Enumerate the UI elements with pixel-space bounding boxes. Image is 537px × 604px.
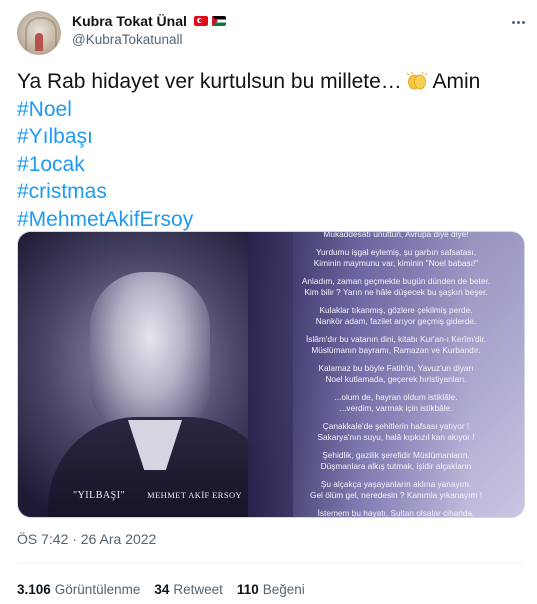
poem-stanza: Kulaklar tıkanmış, gözlere çekilmiş perd… bbox=[268, 305, 524, 327]
tweet-stats: 3.106 Görüntülenme 34 Retweet 110 Beğeni bbox=[17, 582, 305, 597]
turkey-flag-icon bbox=[193, 16, 208, 26]
more-options-icon[interactable] bbox=[509, 13, 527, 31]
poem-line: Anladım, zaman geçmekte bugün dünden de … bbox=[301, 276, 491, 286]
hashtag-link[interactable]: #Noel bbox=[17, 96, 522, 124]
hashtag-link[interactable]: #1ocak bbox=[17, 151, 522, 179]
retweets-count: 34 bbox=[154, 582, 170, 597]
poem-stanza: Yurdumu işgal eylemiş, şu garbın safsata… bbox=[268, 247, 524, 269]
poem-line: Çanakkale'de şehitlerin hafsası yatıyor … bbox=[322, 421, 470, 431]
poem-line: Yurdumu işgal eylemiş, şu garbın safsata… bbox=[315, 247, 477, 257]
poem-title: "YILBAŞI" bbox=[73, 490, 126, 501]
poem-stanza: Çanakkale'de şehitlerin hafsası yatıyor … bbox=[268, 421, 524, 443]
poem-line: Kim bilir ? Yarın ne hâle düşecek bu şaş… bbox=[304, 287, 488, 297]
poem-line: Düşmanlara alkış tutmak, işidir alçaklar… bbox=[320, 461, 472, 471]
poem-stanza: Şehidlik, gazilik şerefidir Müslümanları… bbox=[268, 450, 524, 472]
likes-count: 110 bbox=[236, 582, 259, 597]
poem-line: Nankör adam, fazilet arıyor geçmiş gider… bbox=[315, 316, 477, 326]
likes-label: Beğeni bbox=[262, 582, 305, 597]
views-label: Görüntülenme bbox=[54, 582, 141, 597]
poem-stanza: Şu alçakça yaşayanların aklına yanayım. G… bbox=[268, 479, 524, 501]
views-count: 3.106 bbox=[17, 582, 51, 597]
retweets-label: Retweet bbox=[173, 582, 223, 597]
poem-line: Mukaddesatı unuttun, Avrupa diye diye! bbox=[323, 231, 469, 239]
tweet-text-end: Amin bbox=[427, 70, 481, 93]
tweet: Kubra Tokat Ünal @KubraTokatunall Ya Rab… bbox=[0, 0, 537, 604]
author-handle[interactable]: @KubraTokatunall bbox=[72, 32, 183, 47]
poem-line: ...olum de, hayran oldum istiklâle. bbox=[334, 392, 458, 402]
tweet-timestamp[interactable]: ÖS 7:42 · 26 Ara 2022 bbox=[17, 531, 156, 547]
clapping-hands-icon bbox=[406, 72, 428, 90]
poem-line: Gel ölüm gel, neredesin ? Kanımla yıkana… bbox=[309, 490, 482, 500]
hashtag-link[interactable]: #MehmetAkifErsoy bbox=[17, 206, 522, 234]
author-name-row: Kubra Tokat Ünal bbox=[72, 13, 226, 29]
hashtag-link[interactable]: #Yılbaşı bbox=[17, 123, 522, 151]
tweet-text: Ya Rab hidayet ver kurtulsun bu millete…… bbox=[17, 68, 522, 233]
poem-line: Kiminin maymunu var, kiminin "Noel babas… bbox=[313, 258, 479, 268]
poem-line: Kalamaz bu böyle Fatih'in, Yavuz'un diya… bbox=[318, 363, 474, 373]
poem-line: ...verdim, varmak için istikbâle. bbox=[339, 403, 453, 413]
tweet-text-main: Ya Rab hidayet ver kurtulsun bu millete… bbox=[17, 70, 402, 93]
image-caption: "YILBAŞI" MEHMET AKİF ERSOY bbox=[73, 485, 242, 503]
views-stat[interactable]: 3.106 Görüntülenme bbox=[17, 582, 140, 597]
poem-stanza: Kalamaz bu böyle Fatih'in, Yavuz'un diya… bbox=[268, 363, 524, 385]
poem-line: Noel kutlamada, geçerek hıristiyanları. bbox=[325, 374, 467, 384]
poem-stanza: Anladım, zaman geçmekte bugün dünden de … bbox=[268, 276, 524, 298]
poem-line: Sakarya'nın suyu, halâ kıpkızıl kan akıy… bbox=[317, 432, 475, 442]
avatar[interactable] bbox=[17, 11, 61, 55]
poem-line: Şehidlik, gazilik şerefidir Müslümanları… bbox=[322, 450, 470, 460]
likes-stat[interactable]: 110 Beğeni bbox=[237, 582, 305, 597]
poem-author: MEHMET AKİF ERSOY bbox=[147, 490, 243, 500]
poem-line: İstemem bu hayatı, Sultan olsalar cihand… bbox=[317, 508, 475, 518]
author-name[interactable]: Kubra Tokat Ünal bbox=[72, 13, 187, 29]
poem-line: Kulaklar tıkanmış, gözlere çekilmiş perd… bbox=[319, 305, 473, 315]
poem-line: Müslümanın bayramı, Ramazan ve Kurbandır… bbox=[311, 345, 481, 355]
poem-line: İslâm'dır bu vatanın dini, kitabı Kur'an… bbox=[306, 334, 486, 344]
poem-stanza: İstemem bu hayatı, Sultan olsalar cihand… bbox=[268, 508, 524, 518]
portrait-face bbox=[90, 272, 210, 437]
hashtag-link[interactable]: #cristmas bbox=[17, 178, 522, 206]
tweet-text-line: Ya Rab hidayet ver kurtulsun bu millete…… bbox=[17, 68, 522, 96]
poem-line: Şu alçakça yaşayanların aklına yanayım. bbox=[320, 479, 472, 489]
divider bbox=[17, 563, 522, 564]
poem-stanza: Mukaddesatı unuttun, Avrupa diye diye! bbox=[268, 231, 524, 240]
retweets-stat[interactable]: 34 Retweet bbox=[154, 582, 223, 597]
poem-stanza: İslâm'dır bu vatanın dini, kitabı Kur'an… bbox=[268, 334, 524, 356]
tweet-media-image[interactable]: Mukaddesatı unuttun, Avrupa diye diye! Yu… bbox=[17, 231, 525, 518]
poem-stanza: ...olum de, hayran oldum istiklâle. ...ve… bbox=[268, 392, 524, 414]
poem-text: Mukaddesatı unuttun, Avrupa diye diye! Yu… bbox=[268, 231, 524, 518]
palestine-flag-icon bbox=[211, 16, 226, 26]
avatar-figure bbox=[35, 33, 43, 51]
